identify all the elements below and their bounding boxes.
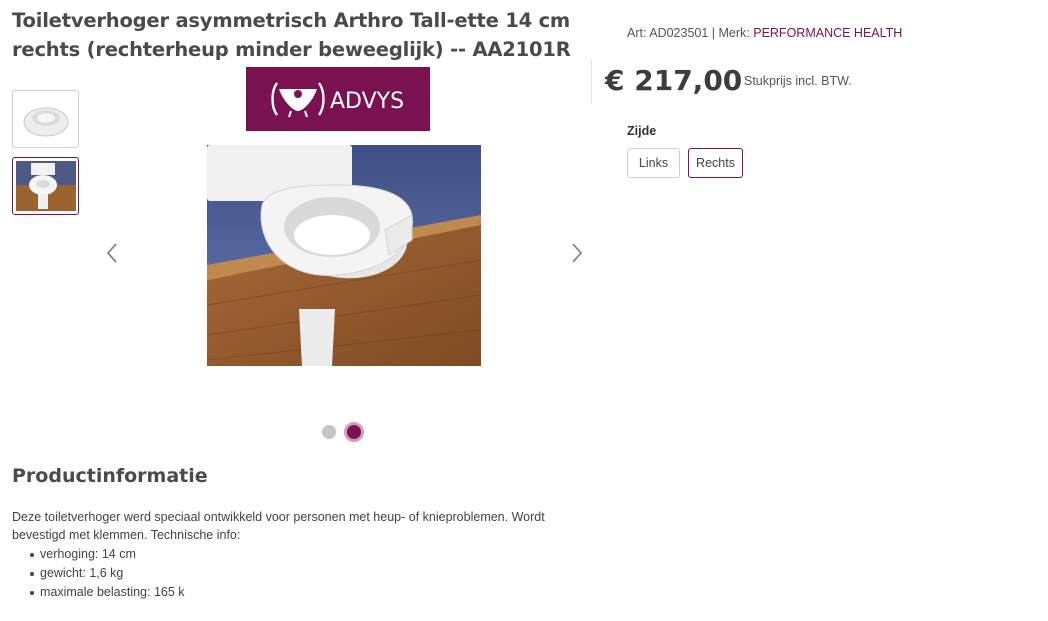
spec-item: gewicht: 1,6 kg <box>28 564 185 583</box>
price-note: Stukprijs incl. BTW. <box>744 74 852 88</box>
brand-logo: ADVYS <box>246 67 430 131</box>
carousel-dots <box>322 422 364 442</box>
article-meta: Art: AD023501 | Merk: PERFORMANCE HEALTH <box>627 26 902 40</box>
spec-list: verhoging: 14 cm gewicht: 1,6 kg maximal… <box>28 545 185 602</box>
brand-logo-text: ADVYS <box>330 89 404 114</box>
thumbnail-seat-raiser[interactable] <box>12 90 79 148</box>
brand-link[interactable]: PERFORMANCE HEALTH <box>753 26 902 40</box>
divider <box>591 58 592 104</box>
carousel-dot-1[interactable] <box>322 425 336 439</box>
article-number: Art: AD023501 | Merk: <box>627 26 754 40</box>
spec-item: maximale belasting: 165 k <box>28 583 185 602</box>
thumbnail-seat-raiser-bathroom[interactable] <box>12 157 79 215</box>
product-title: Toiletverhoger asymmetrisch Arthro Tall-… <box>12 9 571 61</box>
option-label-side: Zijde <box>627 124 657 138</box>
previous-image-arrow-icon[interactable] <box>100 238 124 268</box>
product-main-image <box>207 145 481 366</box>
next-image-arrow-icon[interactable] <box>565 238 589 268</box>
option-left-button[interactable]: Links <box>627 148 680 178</box>
product-price: € 217,00 <box>605 64 743 97</box>
carousel-dot-2-active[interactable] <box>344 422 364 442</box>
option-right-button[interactable]: Rechts <box>688 148 743 178</box>
spec-item: verhoging: 14 cm <box>28 545 185 564</box>
product-description: Deze toiletverhoger werd speciaal ontwik… <box>12 510 545 542</box>
product-info-heading: Productinformatie <box>12 465 208 487</box>
